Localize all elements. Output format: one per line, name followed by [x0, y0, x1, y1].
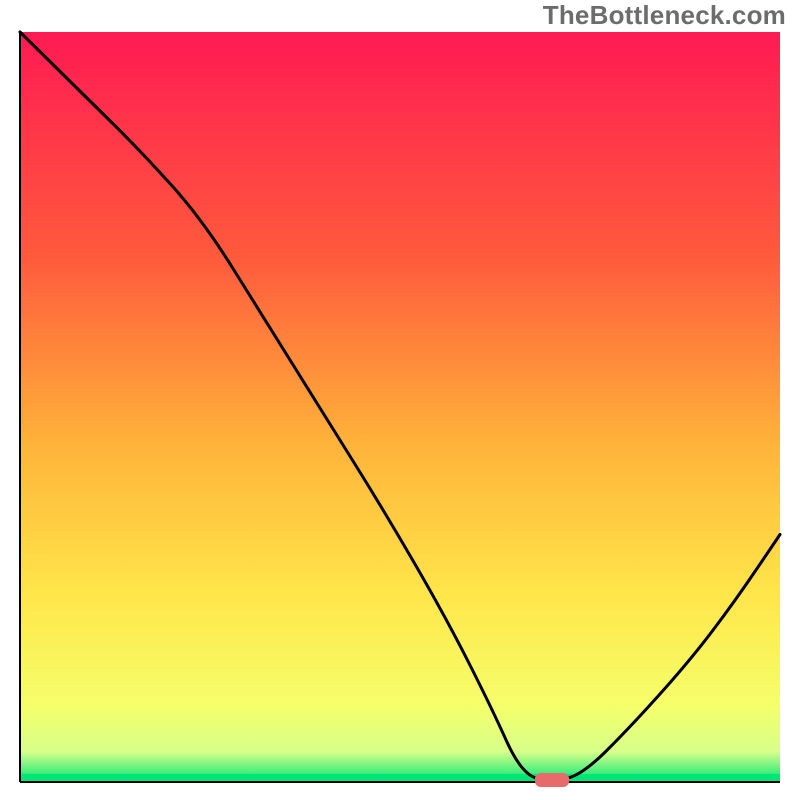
- optimal-marker: [535, 773, 569, 787]
- baseline-band: [20, 774, 780, 782]
- bottleneck-chart: [0, 0, 800, 800]
- watermark-text: TheBottleneck.com: [543, 0, 786, 31]
- chart-root: TheBottleneck.com: [0, 0, 800, 800]
